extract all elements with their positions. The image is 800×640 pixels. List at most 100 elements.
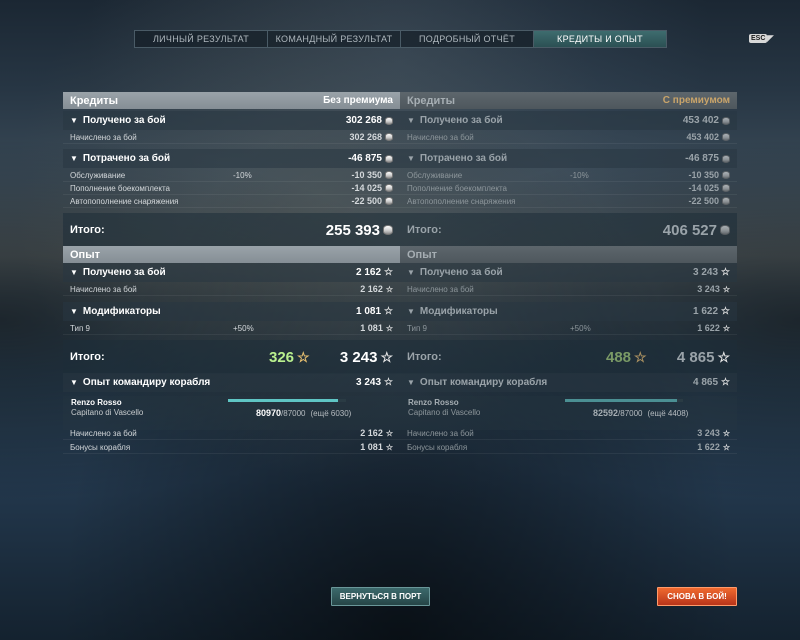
- ammo-label: Пополнение боекомплекта: [407, 183, 507, 193]
- return-to-port-button[interactable]: ВЕРНУТЬСЯ В ПОРТ: [331, 587, 430, 606]
- xp-base-value: 326: [269, 348, 295, 366]
- commander-xp-current: 80970: [256, 408, 282, 418]
- xp-total-label: Итого:: [407, 351, 442, 363]
- triangle-down-icon: ▼: [407, 116, 415, 125]
- commander-xp-current: 82592: [593, 408, 619, 418]
- commander-xp-remaining: (ещё 6030): [310, 409, 352, 418]
- xp-earned-section[interactable]: ▼ Получено за бой 2 162 ☆: [63, 263, 400, 282]
- equipment-row: Автопополнение снаряжения -22 500: [63, 195, 400, 208]
- star-icon: ☆: [721, 267, 730, 278]
- commander-xp-value: 3 243: [356, 377, 382, 388]
- credits-total-label: Итого:: [407, 224, 442, 236]
- xp-accrued-label: Начислено за бой: [70, 284, 137, 294]
- xp-earned-section[interactable]: ▼ Получено за бой 3 243 ☆: [400, 263, 737, 282]
- premium-status-label: Без премиума: [323, 95, 393, 106]
- credits-accrued-value: 302 268: [349, 132, 382, 142]
- triangle-down-icon: ▼: [407, 154, 415, 163]
- triangle-down-icon: ▼: [70, 268, 78, 277]
- triangle-down-icon: ▼: [407, 307, 415, 316]
- triangle-down-icon: ▼: [70, 378, 78, 387]
- modifiers-value: 1 081: [356, 306, 382, 317]
- star-icon: ☆: [722, 284, 730, 294]
- star-icon: ☆: [634, 348, 647, 365]
- credits-header-title: Кредиты: [70, 94, 119, 107]
- commander-xp-label: Опыт командиру корабля: [419, 377, 548, 388]
- commander-xp-readout: 80970/87000 (ещё 6030): [256, 408, 351, 418]
- tab-credits-and-xp[interactable]: КРЕДИТЫ И ОПЫТ: [534, 31, 666, 47]
- ship-bonus-label: Бонусы корабля: [70, 442, 131, 452]
- xp-total-value: 4 865: [676, 348, 715, 366]
- service-row: Обслуживание -10% -10 350: [63, 169, 400, 182]
- service-label: Обслуживание: [70, 170, 126, 180]
- credit-coin-icon: [383, 225, 393, 235]
- tab-detailed-report[interactable]: ПОДРОБНЫЙ ОТЧЁТ: [401, 31, 534, 47]
- ship-bonus-row: Бонусы корабля 1 081 ☆: [63, 441, 400, 454]
- modifiers-label: Модификаторы: [82, 306, 161, 317]
- credits-header: Кредиты Без премиума: [63, 92, 400, 109]
- commander-card: Renzo Rosso Capitano di Vascello 80970/8…: [63, 396, 400, 430]
- star-icon: ☆: [717, 348, 730, 365]
- star-icon: ☆: [721, 306, 730, 317]
- commander-rank: Capitano di Vascello: [71, 408, 144, 417]
- service-value: -10 350: [688, 170, 719, 180]
- star-icon: ☆: [384, 267, 393, 278]
- modifiers-section[interactable]: ▼ Модификаторы 1 622 ☆: [400, 302, 737, 321]
- triangle-down-icon: ▼: [70, 307, 78, 316]
- equipment-row: Автопополнение снаряжения -22 500: [400, 195, 737, 208]
- xp-header: Опыт: [63, 246, 400, 263]
- battle-again-button[interactable]: СНОВА В БОЙ!: [657, 587, 737, 606]
- cmd-accrued-value: 3 243: [697, 428, 720, 438]
- equipment-value: -22 500: [351, 196, 382, 206]
- credits-earned-section[interactable]: ▼ Получено за бой 453 402: [400, 111, 737, 130]
- xp-earned-label: Получено за бой: [82, 267, 166, 278]
- credit-coin-icon: [385, 133, 393, 141]
- tier-value: 1 081: [360, 323, 383, 333]
- service-value: -10 350: [351, 170, 382, 180]
- xp-header-title: Опыт: [70, 248, 100, 261]
- xp-base-value: 488: [606, 348, 632, 366]
- credits-accrued-row: Начислено за бой 302 268: [63, 131, 400, 144]
- tier-label: Тип 9: [70, 323, 91, 333]
- xp-header-title: Опыт: [407, 248, 437, 261]
- xp-total-value: 3 243: [339, 348, 378, 366]
- tier-value: 1 622: [697, 323, 720, 333]
- ship-bonus-value: 1 081: [360, 442, 383, 452]
- tier-percent: +50%: [233, 323, 254, 333]
- triangle-down-icon: ▼: [407, 268, 415, 277]
- commander-xp-section[interactable]: ▼ Опыт командиру корабля 3 243 ☆: [63, 373, 400, 392]
- credits-total-value: 255 393: [325, 221, 380, 239]
- xp-earned-value: 3 243: [693, 267, 719, 278]
- ammo-row: Пополнение боекомплекта -14 025: [63, 182, 400, 195]
- credits-accrued-label: Начислено за бой: [407, 132, 474, 142]
- close-icon[interactable]: ◤: [767, 33, 774, 44]
- credit-coin-icon: [385, 197, 393, 205]
- commander-xp-section[interactable]: ▼ Опыт командиру корабля 4 865 ☆: [400, 373, 737, 392]
- tab-bar: ЛИЧНЫЙ РЕЗУЛЬТАТ КОМАНДНЫЙ РЕЗУЛЬТАТ ПОД…: [134, 30, 667, 48]
- commander-xp-max: /87000: [618, 409, 643, 418]
- service-percent: -10%: [570, 170, 589, 180]
- service-percent: -10%: [233, 170, 252, 180]
- xp-accrued-row: Начислено за бой 3 243 ☆: [400, 283, 737, 296]
- ship-bonus-row: Бонусы корабля 1 622 ☆: [400, 441, 737, 454]
- xp-earned-label: Получено за бой: [419, 267, 503, 278]
- credits-spent-section[interactable]: ▼ Потрачено за бой -46 875: [400, 149, 737, 168]
- ship-bonus-value: 1 622: [697, 442, 720, 452]
- tab-personal-result[interactable]: ЛИЧНЫЙ РЕЗУЛЬТАТ: [135, 31, 268, 47]
- tab-team-result[interactable]: КОМАНДНЫЙ РЕЗУЛЬТАТ: [268, 31, 401, 47]
- credits-earned-section[interactable]: ▼ Получено за бой 302 268: [63, 111, 400, 130]
- commander-xp-value: 4 865: [693, 377, 719, 388]
- star-icon: ☆: [385, 284, 393, 294]
- credits-total-row: Итого: 406 527: [400, 213, 737, 247]
- credits-spent-value: -46 875: [348, 153, 382, 164]
- star-icon: ☆: [722, 428, 730, 438]
- credit-coin-icon: [722, 184, 730, 192]
- esc-key-icon[interactable]: ESC: [749, 34, 768, 43]
- xp-accrued-label: Начислено за бой: [407, 284, 474, 294]
- credits-spent-label: Потрачено за бой: [82, 153, 171, 164]
- commander-xp-progress-fill: [228, 399, 338, 402]
- modifiers-section[interactable]: ▼ Модификаторы 1 081 ☆: [63, 302, 400, 321]
- credits-header: Кредиты С премиумом: [400, 92, 737, 109]
- star-icon: ☆: [722, 323, 730, 333]
- credits-spent-section[interactable]: ▼ Потрачено за бой -46 875: [63, 149, 400, 168]
- xp-accrued-value: 2 162: [360, 284, 383, 294]
